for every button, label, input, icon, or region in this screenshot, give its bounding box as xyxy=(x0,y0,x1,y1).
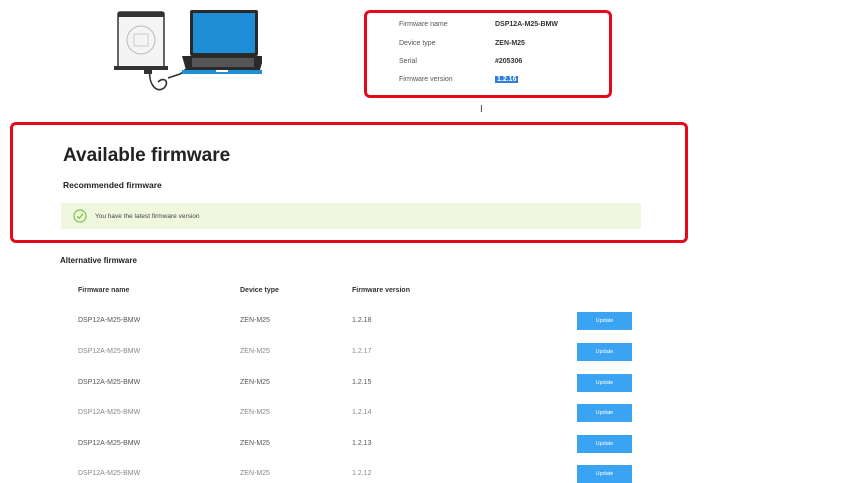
row-firmware-version: 1.2.18 xyxy=(352,317,372,324)
row-firmware-name: DSP12A-M25-BMW xyxy=(78,440,141,447)
row-firmware-name: DSP12A-M25-BMW xyxy=(78,470,141,477)
latest-version-banner: You have the latest firmware version xyxy=(61,203,641,229)
latest-version-message: You have the latest firmware version xyxy=(95,212,200,220)
row-firmware-version: 1.2.13 xyxy=(352,440,372,447)
update-button[interactable]: Update xyxy=(577,404,632,422)
row-firmware-version: 1.2.15 xyxy=(352,379,372,386)
check-circle-icon xyxy=(73,209,87,223)
row-firmware-name: DSP12A-M25-BMW xyxy=(78,379,141,386)
firmware-name-value: DSP12A-M25-BMW xyxy=(495,21,559,28)
row-firmware-name: DSP12A-M25-BMW xyxy=(78,409,141,416)
text-cursor-icon: I xyxy=(480,104,483,115)
info-row-serial: Serial #205306 xyxy=(399,58,522,65)
row-firmware-name: DSP12A-M25-BMW xyxy=(78,317,141,324)
row-device-type: ZEN-M25 xyxy=(240,348,270,355)
header-firmware-version: Firmware version xyxy=(352,287,410,294)
device-type-label: Device type xyxy=(399,40,436,47)
table-row: DSP12A-M25-BMW ZEN-M25 1.2.12 Update xyxy=(0,465,700,483)
row-device-type: ZEN-M25 xyxy=(240,317,270,324)
row-device-type: ZEN-M25 xyxy=(240,440,270,447)
header-firmware-name: Firmware name xyxy=(78,287,130,294)
table-row: DSP12A-M25-BMW ZEN-M25 1.2.14 Update xyxy=(0,404,700,424)
serial-value: #205306 xyxy=(495,58,523,65)
available-firmware-section: Available firmware Recommended firmware … xyxy=(10,122,688,243)
row-device-type: ZEN-M25 xyxy=(240,409,270,416)
info-row-device-type: Device type ZEN-M25 xyxy=(399,40,525,47)
info-row-firmware-name: Firmware name DSP12A-M25-BMW xyxy=(399,21,558,28)
update-button[interactable]: Update xyxy=(577,465,632,483)
update-button[interactable]: Update xyxy=(577,312,632,330)
row-firmware-version: 1.2.14 xyxy=(352,409,372,416)
update-button[interactable]: Update xyxy=(577,374,632,392)
serial-label: Serial xyxy=(399,58,417,65)
header-device-type: Device type xyxy=(240,287,279,294)
row-firmware-version: 1.2.17 xyxy=(352,348,372,355)
row-firmware-name: DSP12A-M25-BMW xyxy=(78,348,141,355)
recommended-firmware-title: Recommended firmware xyxy=(63,180,162,190)
update-button[interactable]: Update xyxy=(577,343,632,361)
device-laptop-illustration xyxy=(114,10,262,91)
table-row: DSP12A-M25-BMW ZEN-M25 1.2.15 Update xyxy=(0,374,700,394)
update-button[interactable]: Update xyxy=(577,435,632,453)
table-row: DSP12A-M25-BMW ZEN-M25 1.2.17 Update xyxy=(0,343,700,363)
available-firmware-title: Available firmware xyxy=(63,145,231,166)
firmware-name-label: Firmware name xyxy=(399,21,448,28)
info-row-firmware-version: Firmware version 1.2.16 xyxy=(399,76,519,83)
table-row: DSP12A-M25-BMW ZEN-M25 1.2.18 Update xyxy=(0,312,700,332)
table-row: DSP12A-M25-BMW ZEN-M25 1.2.13 Update xyxy=(0,435,700,455)
row-device-type: ZEN-M25 xyxy=(240,379,270,386)
firmware-version-value[interactable]: 1.2.16 xyxy=(495,76,519,83)
row-firmware-version: 1.2.12 xyxy=(352,470,372,477)
device-type-value: ZEN-M25 xyxy=(495,40,525,47)
alternative-firmware-title: Alternative firmware xyxy=(60,256,137,265)
device-info-panel: Firmware name DSP12A-M25-BMW Device type… xyxy=(364,10,612,98)
row-device-type: ZEN-M25 xyxy=(240,470,270,477)
firmware-version-label: Firmware version xyxy=(399,76,453,83)
